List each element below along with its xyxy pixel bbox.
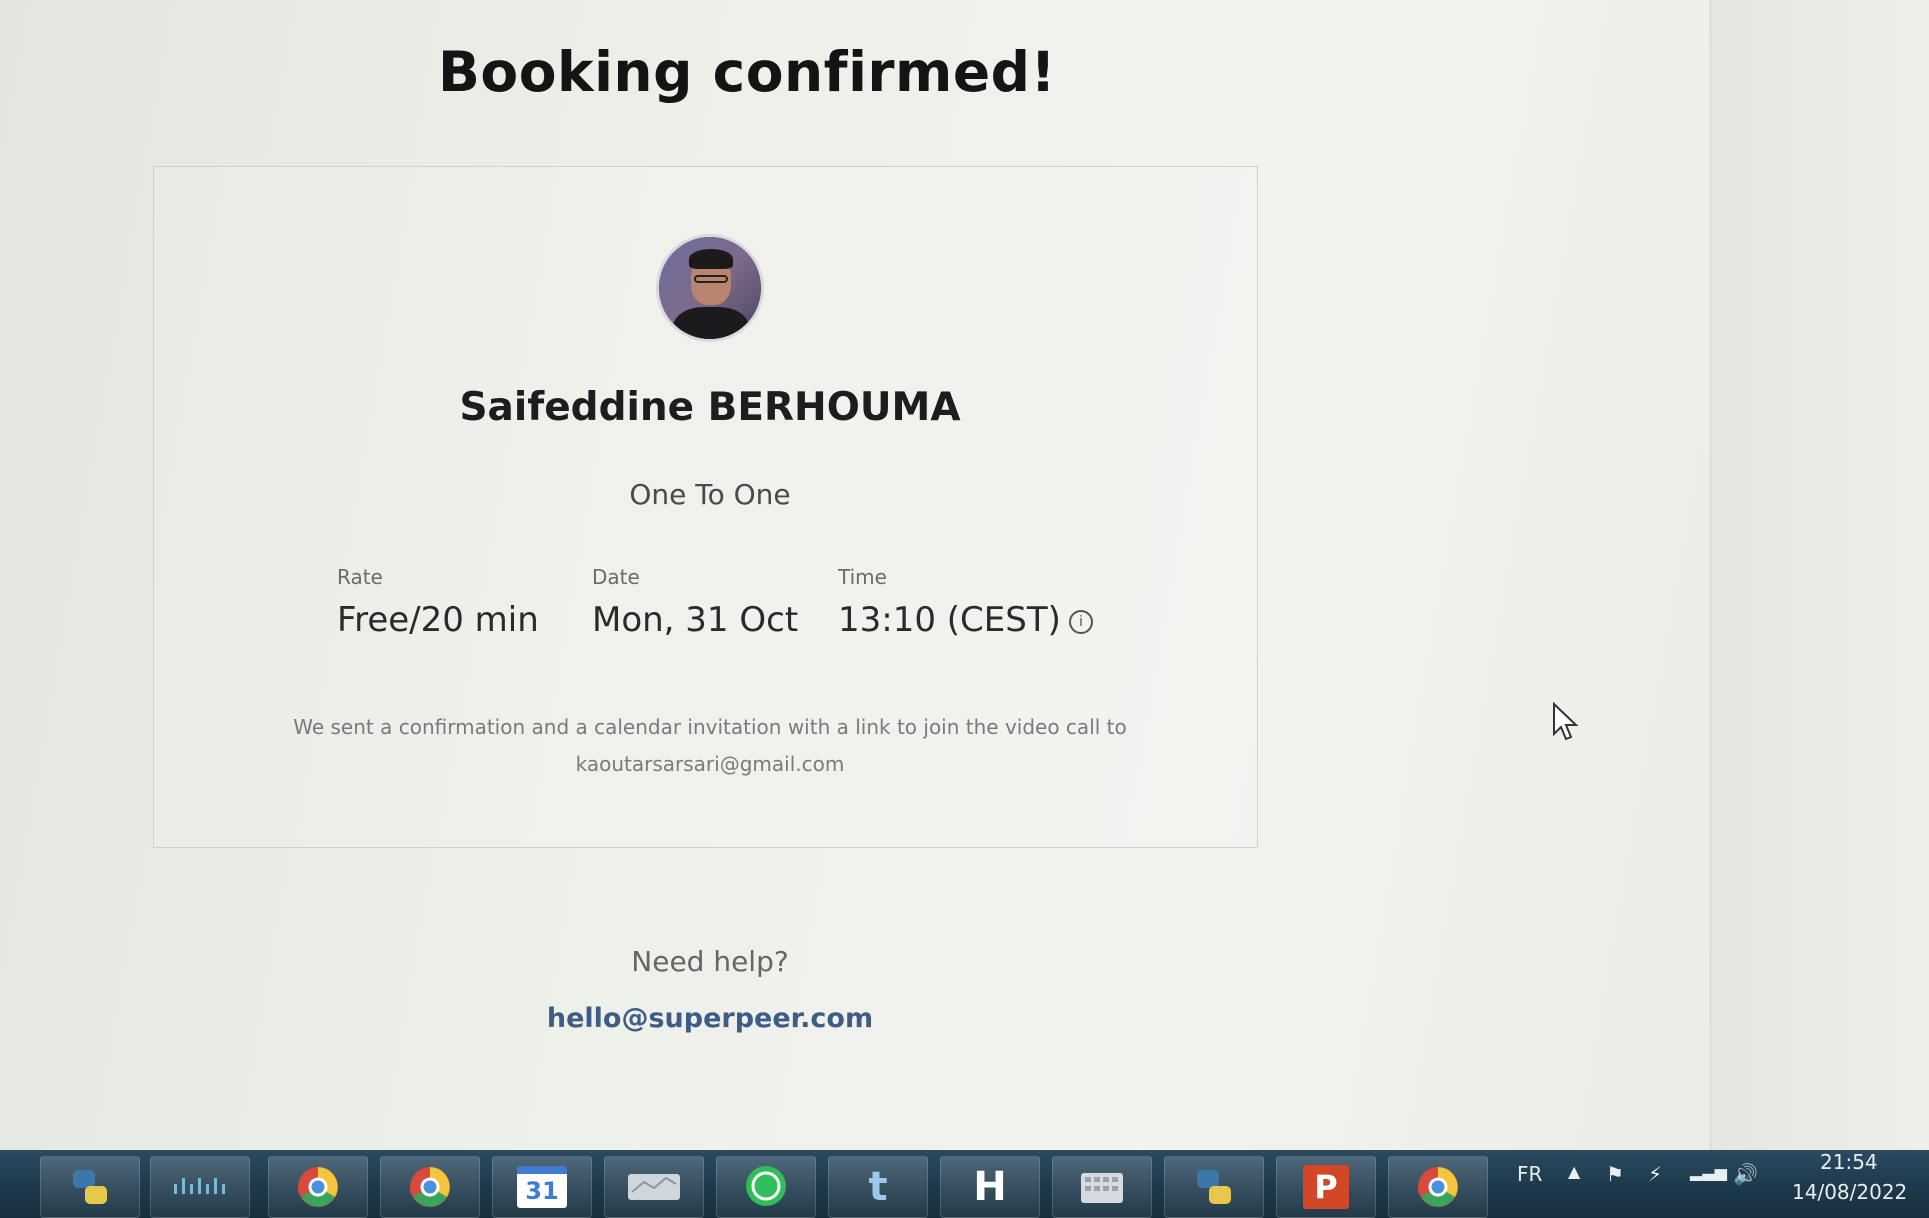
- confirmation-message: We sent a confirmation and a calendar in…: [293, 715, 1127, 739]
- keyboard-app-icon[interactable]: [1052, 1156, 1152, 1218]
- clock-date[interactable]: 14/08/2022: [1792, 1180, 1907, 1204]
- powerpoint-icon[interactable]: P: [1276, 1156, 1376, 1218]
- confirmation-email: kaoutarsarsari@gmail.com: [575, 752, 845, 776]
- right-margin-panel: [1710, 0, 1929, 1150]
- host-name: Saifeddine BERHOUMA: [459, 385, 961, 430]
- chrome-notify-icon[interactable]: [1388, 1156, 1488, 1218]
- help-email-link[interactable]: hello@superpeer.com: [0, 1003, 1420, 1034]
- time-field: 13:10 (CEST) i: [838, 600, 1093, 640]
- whatsapp-icon[interactable]: [716, 1156, 816, 1218]
- time-value: 13:10 (CEST): [838, 600, 1061, 640]
- time-label: Time: [838, 565, 887, 589]
- app-icon[interactable]: [604, 1156, 704, 1218]
- info-icon[interactable]: i: [1068, 609, 1093, 634]
- need-help-label: Need help?: [631, 945, 789, 978]
- tumblr-icon[interactable]: t: [828, 1156, 928, 1218]
- session-type: One To One: [629, 478, 791, 511]
- action-center-flag-icon[interactable]: ⚑: [1606, 1162, 1624, 1186]
- calendar-icon[interactable]: 31: [492, 1156, 592, 1218]
- rate-value: Free/20 min: [337, 600, 539, 640]
- volume-icon[interactable]: 🔊: [1733, 1162, 1758, 1186]
- rate-label: Rate: [337, 565, 383, 589]
- python-file-icon[interactable]: [1164, 1156, 1264, 1218]
- date-value: Mon, 31 Oct: [592, 600, 799, 640]
- h-app-icon[interactable]: H: [940, 1156, 1040, 1218]
- language-indicator[interactable]: FR: [1517, 1162, 1542, 1186]
- network-signal-icon[interactable]: ▂▃▅: [1690, 1162, 1727, 1181]
- clock-time[interactable]: 21:54: [1820, 1150, 1878, 1174]
- power-plug-icon[interactable]: ⚡: [1648, 1162, 1662, 1186]
- chrome-profile-icon[interactable]: [268, 1156, 368, 1218]
- show-hidden-icons-icon[interactable]: ▲: [1568, 1162, 1580, 1181]
- cisco-icon[interactable]: [150, 1156, 250, 1218]
- host-avatar: [656, 234, 764, 342]
- mouse-cursor-icon: [1553, 702, 1579, 741]
- page-title: Booking confirmed!: [438, 40, 1057, 104]
- taskbar: 31 t H P: [0, 1150, 1929, 1218]
- chrome-icon[interactable]: [380, 1156, 480, 1218]
- python-icon[interactable]: [40, 1156, 140, 1218]
- date-label: Date: [592, 565, 640, 589]
